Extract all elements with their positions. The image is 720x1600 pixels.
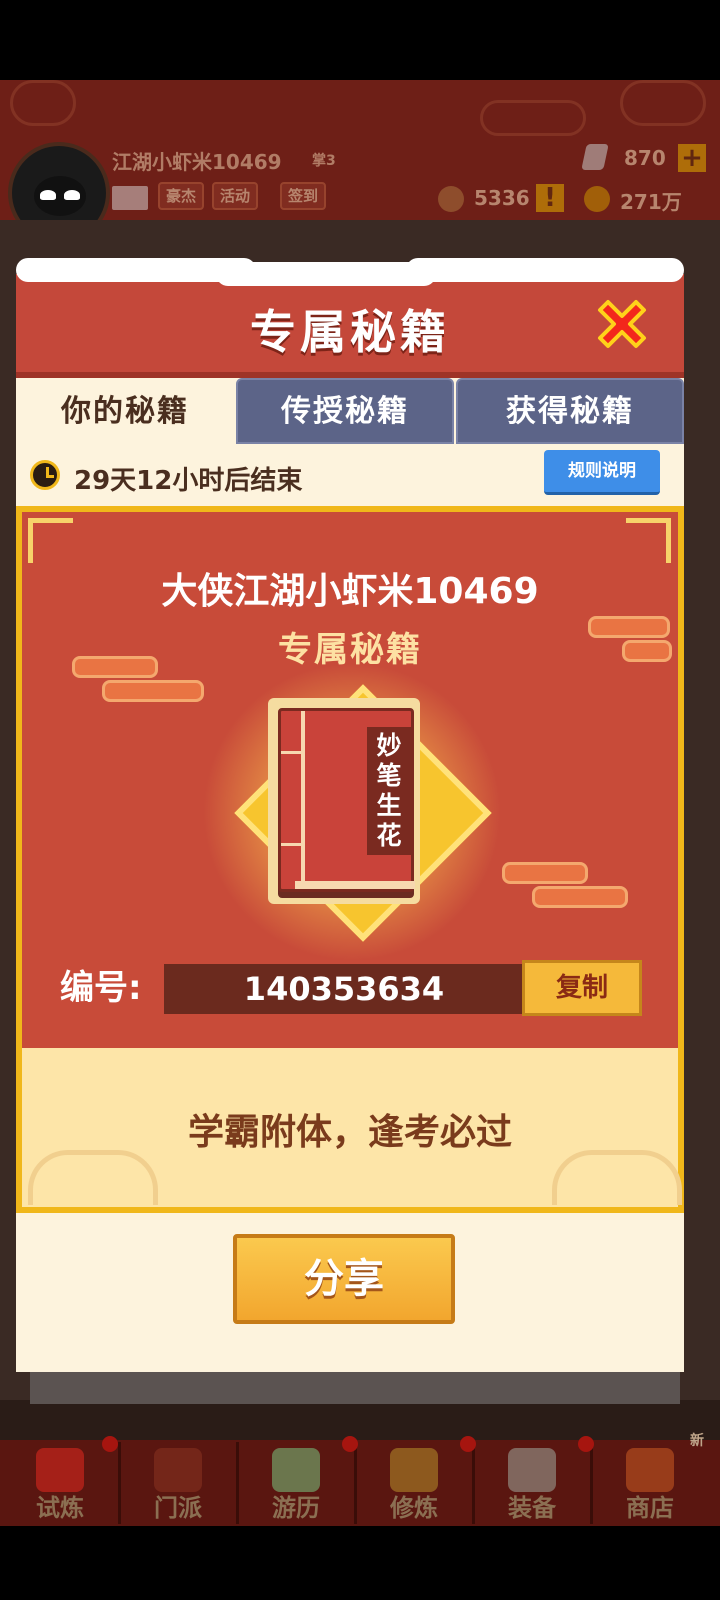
motto-text: 学霸附体，逢考必过 <box>187 1112 512 1153</box>
tab-bar: 你的秘籍 传授秘籍 获得秘籍 <box>16 378 684 444</box>
snow-lump <box>406 258 684 282</box>
tab-received-manual[interactable]: 获得秘籍 <box>456 378 684 444</box>
cloud-decoration <box>480 100 586 136</box>
book-spine-line <box>281 843 303 846</box>
equipment-icon <box>508 1448 556 1492</box>
alert-icon[interactable]: ! <box>536 184 564 212</box>
close-icon <box>598 300 646 348</box>
new-badge: 新 <box>690 1433 704 1449</box>
nav-label: 修炼 <box>390 1494 438 1522</box>
chip-events[interactable]: 活动 <box>212 182 259 210</box>
eye-icon <box>40 190 56 200</box>
nav-equipment[interactable]: 装备 <box>474 1436 594 1524</box>
timer-row: 29天12小时后结束 规则说明 <box>16 448 684 508</box>
nav-label: 装备 <box>508 1494 556 1522</box>
nav-cultivate[interactable]: 修炼 <box>356 1436 476 1524</box>
token-icon <box>438 186 464 212</box>
card-heading: 大侠江湖小虾米10469 <box>161 571 539 612</box>
book-spine-line <box>281 751 303 754</box>
tab-your-manual[interactable]: 你的秘籍 <box>16 378 234 444</box>
tab-teach-manual[interactable]: 传授秘籍 <box>236 378 454 444</box>
add-gems-button[interactable]: + <box>678 144 706 172</box>
nav-shop[interactable]: 商店 <box>592 1442 708 1524</box>
chip-heroes[interactable]: 豪杰 <box>158 182 205 210</box>
nav-label: 门派 <box>154 1494 202 1522</box>
corner-ornament <box>28 518 73 563</box>
countdown-text: 29天12小时后结束 <box>74 466 303 496</box>
cultivate-icon <box>390 1448 438 1492</box>
nav-label: 试炼 <box>36 1494 84 1522</box>
book-spine <box>301 711 305 889</box>
id-label: 编号: <box>60 968 142 1008</box>
shop-icon <box>626 1448 674 1492</box>
cloud-swirl-decoration <box>28 1150 158 1205</box>
coin-count: 271万 <box>620 190 682 214</box>
notification-dot <box>102 1436 118 1452</box>
snow-decoration <box>16 258 684 286</box>
manual-book-icon: 妙笔生花 <box>278 708 415 892</box>
clock-icon <box>30 460 60 490</box>
cloud-bar-decoration <box>502 862 588 884</box>
cloud-bar-decoration <box>532 886 628 908</box>
eye-icon <box>64 190 80 200</box>
coin-icon <box>584 186 610 212</box>
sect-icon <box>154 1448 202 1492</box>
gem-count: 870 <box>624 146 666 170</box>
chip-signin[interactable]: 签到 <box>280 182 327 210</box>
cloud-decoration <box>10 80 76 126</box>
nav-label: 游历 <box>272 1494 320 1522</box>
trial-icon <box>36 1448 84 1492</box>
clock-hand <box>46 475 54 478</box>
nav-travel[interactable]: 游历 <box>238 1436 358 1524</box>
nav-label: 商店 <box>626 1494 674 1522</box>
book-pages <box>295 881 415 889</box>
avatar-face <box>34 176 86 216</box>
player-level: 掌3 <box>312 153 336 169</box>
cloud-swirl-decoration <box>552 1150 682 1205</box>
travel-icon <box>272 1448 320 1492</box>
mail-icon[interactable] <box>112 186 148 210</box>
cloud-bar-decoration <box>102 680 204 702</box>
id-value: 140353634 <box>164 964 524 1014</box>
dialog-header: 专属秘籍 <box>16 274 684 378</box>
share-button[interactable]: 分享 <box>233 1234 455 1324</box>
exclusive-manual-dialog: 专属秘籍 你的秘籍 传授秘籍 获得秘籍 29天12小时后结束 规则说明 大侠江湖… <box>16 258 684 1372</box>
dialog-title: 专属秘籍 <box>250 305 450 359</box>
player-name: 江湖小虾米10469 <box>112 150 282 174</box>
copy-button[interactable]: 复制 <box>522 960 642 1016</box>
nav-sect[interactable]: 门派 <box>120 1442 239 1524</box>
status-bar <box>0 0 720 80</box>
nav-trial[interactable]: 试炼 <box>2 1436 121 1524</box>
cloud-decoration <box>620 80 706 126</box>
snow-lump <box>216 262 436 286</box>
book-title: 妙笔生花 <box>367 727 411 855</box>
corner-ornament <box>626 518 671 563</box>
close-button[interactable] <box>590 292 654 356</box>
token-count: 5336 <box>474 186 530 210</box>
rules-button[interactable]: 规则说明 <box>544 450 660 495</box>
